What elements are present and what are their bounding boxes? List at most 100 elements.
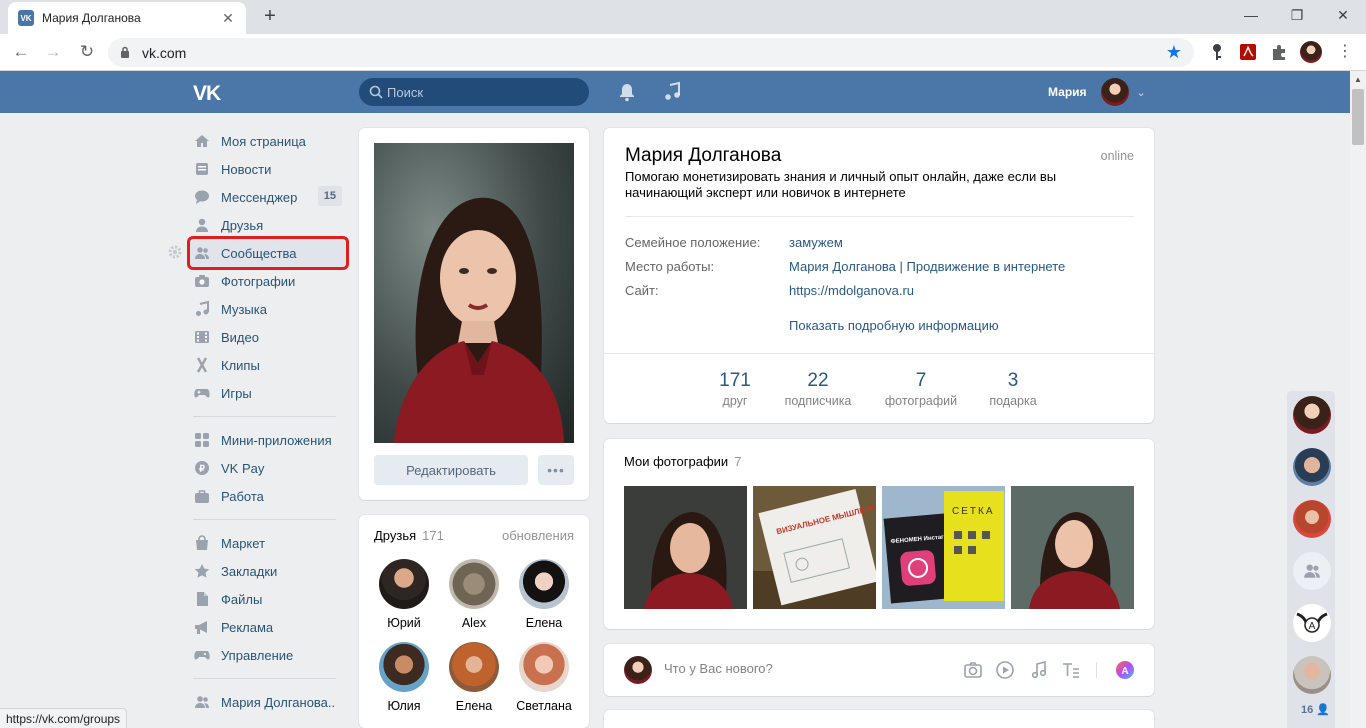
key-extension-icon[interactable] [1206, 41, 1228, 63]
online-friend-avatar[interactable] [1293, 656, 1331, 694]
menu-item-communities[interactable]: Сообщества [168, 236, 349, 270]
address-bar[interactable]: vk.com ★ [108, 38, 1194, 67]
stat-gifts[interactable]: 3 подарка [980, 370, 1046, 408]
friend-item[interactable]: Alex [439, 559, 509, 630]
menu-item-clips[interactable]: Клипы [190, 351, 346, 379]
friends-title[interactable]: Друзья [374, 528, 416, 543]
friend-avatar [519, 559, 569, 609]
menu-item-manage[interactable]: Управление [190, 641, 346, 669]
info-value-link[interactable]: https://mdolganova.ru [789, 283, 914, 298]
menu-item-messenger[interactable]: Мессенджер 15 [190, 183, 346, 211]
edit-profile-button[interactable]: Редактировать [374, 455, 528, 485]
friend-item[interactable]: Юлия [369, 642, 439, 713]
new-post-composer[interactable]: Что у Вас нового? A [604, 644, 1154, 696]
close-window-button[interactable]: ✕ [1320, 4, 1366, 28]
online-friend-avatar[interactable] [1293, 396, 1331, 434]
music-note-icon[interactable] [662, 81, 684, 103]
new-post-input[interactable]: Что у Вас нового? [664, 661, 773, 676]
forward-button[interactable]: → [40, 39, 66, 65]
online-count[interactable]: 16 👤 [1301, 703, 1330, 716]
notifications-bell-icon[interactable] [616, 81, 638, 103]
profile-status-text[interactable]: Помогаю монетизировать знания и личный о… [625, 169, 1105, 201]
info-value-link[interactable]: замужем [789, 235, 843, 250]
menu-item-my-page[interactable]: Моя страница [190, 127, 346, 155]
close-tab-icon[interactable]: ✕ [220, 10, 236, 27]
show-more-info-link[interactable]: Показать подробную информацию [789, 318, 999, 333]
new-tab-button[interactable]: + [258, 5, 282, 29]
online-friend-avatar[interactable] [1293, 448, 1331, 486]
messenger-icon [193, 188, 211, 206]
photo-thumb[interactable] [1011, 486, 1134, 609]
header-user-menu[interactable]: Мария ⌄ [1040, 71, 1146, 113]
stat-followers[interactable]: 22 подписчика [776, 370, 860, 408]
menu-item-vk-pay[interactable]: ₽ VK Pay [190, 454, 346, 482]
menu-item-label: Работа [221, 488, 264, 504]
home-icon [193, 132, 211, 150]
scroll-thumb[interactable] [1352, 89, 1364, 145]
menu-item-games[interactable]: Игры [190, 379, 346, 407]
online-community-avatar[interactable] [1293, 552, 1331, 590]
menu-item-photos[interactable]: Фотографии [190, 267, 346, 295]
friend-item[interactable]: Юрий [369, 559, 439, 630]
menu-item-mini-apps[interactable]: Мини-приложения [190, 426, 346, 454]
header-avatar [1100, 78, 1129, 106]
menu-item-work[interactable]: Работа [190, 482, 346, 510]
menu-item-bookmarks[interactable]: Закладки [190, 557, 346, 585]
search-input[interactable] [387, 82, 577, 102]
info-label: Сайт: [625, 283, 659, 298]
vk-logo[interactable]: VK [193, 82, 221, 106]
divider [625, 216, 1134, 217]
browser-menu-icon[interactable]: ⋮ [1334, 41, 1356, 63]
market-icon [193, 534, 211, 552]
menu-item-friends[interactable]: Друзья [190, 211, 346, 239]
friend-name: Alex [461, 616, 487, 630]
friend-item[interactable]: Елена [509, 559, 579, 630]
menu-item-market[interactable]: Маркет [190, 529, 346, 557]
vk-art-icon[interactable]: A [1114, 659, 1136, 681]
menu-item-video[interactable]: Видео [190, 323, 346, 351]
ads-icon [193, 618, 211, 636]
pdf-extension-icon[interactable] [1237, 41, 1259, 63]
page-scrollbar[interactable]: ▲ [1350, 71, 1366, 728]
reload-button[interactable]: ↻ [74, 39, 100, 65]
menu-item-files[interactable]: Файлы [190, 585, 346, 613]
profile-avatar[interactable] [1300, 41, 1322, 63]
friend-item[interactable]: Елена [439, 642, 509, 713]
menu-item-ads[interactable]: Реклама [190, 613, 346, 641]
menu-item-label: Мария Долганова.. [221, 694, 336, 710]
video-play-icon[interactable] [994, 659, 1016, 681]
toolbar-divider [1096, 662, 1097, 678]
back-button[interactable]: ← [8, 39, 34, 65]
restore-button[interactable]: ❐ [1274, 4, 1320, 28]
search-box[interactable] [359, 78, 589, 106]
photo-thumb[interactable]: ФЕНОМЕН Инстаграм СЕТКА [882, 486, 1005, 609]
stat-photos[interactable]: 7 фотографий [878, 370, 964, 408]
menu-item-news[interactable]: Новости [190, 155, 346, 183]
photo-thumb[interactable] [624, 486, 747, 609]
settings-gear-icon[interactable] [168, 245, 182, 259]
friend-avatar [449, 559, 499, 609]
photos-header[interactable]: Мои фотографии 7 [624, 454, 741, 469]
online-friend-avatar[interactable]: A [1293, 604, 1331, 642]
friends-updates-link[interactable]: обновления [502, 528, 574, 543]
menu-item-my-group[interactable]: Мария Долганова.. [190, 688, 346, 716]
more-options-button[interactable]: ••• [538, 455, 574, 485]
communities-icon [193, 244, 211, 262]
stat-friends[interactable]: 171 друг [704, 370, 766, 408]
browser-tab[interactable]: VK Мария Долганова ✕ [8, 2, 246, 34]
menu-item-music[interactable]: Музыка [190, 295, 346, 323]
apps-icon [193, 431, 211, 449]
header-user-name: Мария [1048, 85, 1087, 99]
audio-note-icon[interactable] [1028, 659, 1050, 681]
friend-item[interactable]: Светлана [509, 642, 579, 713]
extensions-puzzle-icon[interactable] [1268, 41, 1290, 63]
minimize-button[interactable]: — [1228, 4, 1274, 28]
scroll-up-arrow-icon[interactable]: ▲ [1354, 75, 1362, 84]
camera-icon[interactable] [962, 659, 984, 681]
online-friend-avatar[interactable] [1293, 500, 1331, 538]
info-value-link[interactable]: Мария Долганова | Продвижение в интернет… [789, 259, 1065, 274]
photo-thumb[interactable]: ВИЗУАЛЬНОЕ МЫШЛЕНИЕ [753, 486, 876, 609]
profile-photo[interactable] [374, 143, 574, 443]
article-text-icon[interactable] [1060, 659, 1082, 681]
bookmark-star-icon[interactable]: ★ [1166, 42, 1182, 63]
